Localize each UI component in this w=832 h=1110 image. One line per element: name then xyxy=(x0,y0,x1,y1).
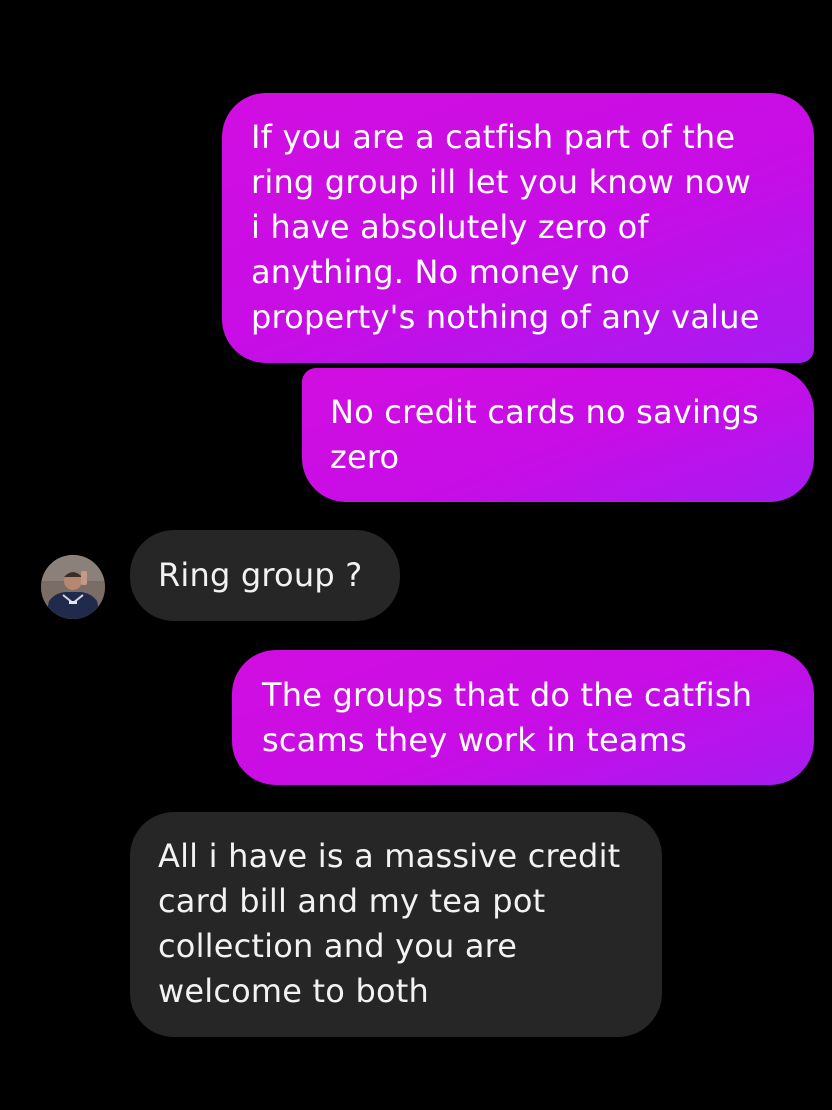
contact-avatar[interactable] xyxy=(41,555,105,619)
contact-avatar-photo-icon xyxy=(41,555,105,619)
sent-message-bubble[interactable]: No credit cards no savings zero xyxy=(302,368,814,502)
received-message-bubble[interactable]: Ring group ? xyxy=(130,530,400,621)
sent-message-bubble[interactable]: If you are a catfish part of the ring gr… xyxy=(222,93,814,363)
sent-message-bubble[interactable]: The groups that do the catfish scams the… xyxy=(232,650,814,785)
received-message-bubble[interactable]: All i have is a massive credit card bill… xyxy=(130,812,662,1037)
